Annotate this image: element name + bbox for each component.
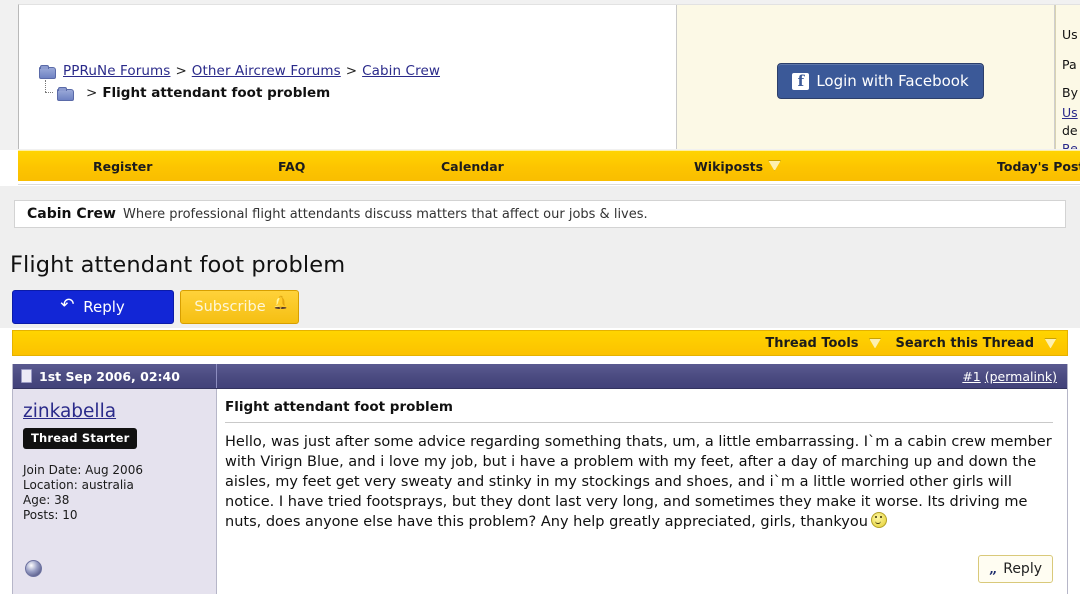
login-pane: f Login with Facebook [677,5,1055,149]
main-navbar: Register FAQ Calendar Wikiposts Today's … [18,150,1080,182]
post-user-panel: zinkabella Thread Starter Join Date: Aug… [13,389,217,594]
header-inner: PPRuNe Forums > Other Aircrew Forums > C… [18,4,1080,149]
nav-item-todays-posts[interactable]: Today's Posts [997,159,1080,174]
post-message-text: Hello, was just after some advice regard… [225,434,1052,530]
forum-name: Cabin Crew [27,206,116,222]
username-label: Us [1062,27,1078,42]
login-form-pane: Us Pa By Us de Re [1055,5,1080,149]
post-number-link[interactable]: #1 [962,369,980,384]
post-header: 1st Sep 2006, 02:40 #1 (permalink) [13,364,1067,389]
nav-item-faq[interactable]: FAQ [278,159,305,174]
tree-branch-icon [43,80,57,100]
thread-tools-menu[interactable]: Thread Tools [765,335,882,351]
login-with-facebook-button[interactable]: f Login with Facebook [777,63,984,99]
user-stats: Join Date: Aug 2006 Location: australia … [23,463,206,523]
subject-divider [225,422,1053,423]
post-container: 1st Sep 2006, 02:40 #1 (permalink) zinka… [12,364,1068,594]
nav-item-calendar[interactable]: Calendar [441,159,504,174]
terms-text: By [1062,85,1078,100]
quote-reply-label: Reply [1003,561,1042,577]
breadcrumb-link-pprune[interactable]: PPRuNe Forums [63,61,170,81]
user-status-icon [25,560,42,577]
user-location: Location: australia [23,478,134,492]
permalink[interactable]: #1 (permalink) [962,369,1057,384]
breadcrumb-line-top: PPRuNe Forums > Other Aircrew Forums > C… [39,61,440,81]
subscribe-button[interactable]: Subscribe [180,290,299,324]
thread-header-zone: Flight attendant foot problem Reply Subs… [0,234,1080,328]
username-link[interactable]: zinkabella [23,401,206,423]
breadcrumb-separator: > [345,63,358,79]
forum-description: Where professional flight attendants dis… [123,206,648,222]
quote-icon: „ [989,561,997,577]
post-date: 1st Sep 2006, 02:40 [39,368,180,384]
breadcrumb-link-cabin-crew[interactable]: Cabin Crew [362,61,440,81]
breadcrumb-current: Flight attendant foot problem [102,85,331,101]
post-message: Hello, was just after some advice regard… [225,432,1053,532]
page-title: Flight attendant foot problem [10,252,346,278]
login-with-facebook-label: Login with Facebook [816,72,969,90]
post-date-cell: 1st Sep 2006, 02:40 [13,364,217,388]
breadcrumb: PPRuNe Forums > Other Aircrew Forums > C… [39,61,440,103]
breadcrumb-separator: > [86,85,98,101]
search-this-thread-label: Search this Thread [895,335,1034,351]
subscribe-button-label: Subscribe [194,299,266,315]
terms-text-continued: de [1062,123,1078,138]
nav-item-wikiposts[interactable]: Wikiposts [694,159,782,174]
breadcrumb-line-bottom: > Flight attendant foot problem [39,80,440,103]
thread-tools-label: Thread Tools [765,335,859,351]
nav-item-wikiposts-label: Wikiposts [694,159,764,174]
terms-link[interactable]: Us [1062,105,1078,120]
user-age: Age: 38 [23,493,70,507]
password-label: Pa [1062,57,1077,72]
forum-description-bar: Cabin Crew Where professional flight att… [14,200,1066,228]
folder-icon [39,64,56,79]
post-content: Flight attendant foot problem Hello, was… [217,389,1067,594]
reply-arrow-icon [61,301,75,314]
navbar-underline [18,181,1080,185]
thread-starter-badge: Thread Starter [23,428,138,449]
user-post-count: Posts: 10 [23,508,78,522]
forum-description-zone: Cabin Crew Where professional flight att… [0,186,1080,234]
post-icon [21,369,32,383]
forum-page: PPRuNe Forums > Other Aircrew Forums > C… [0,0,1080,594]
smiley-icon [870,512,887,528]
register-link[interactable]: Re [1062,141,1078,149]
facebook-icon: f [792,72,810,90]
breadcrumb-separator: > [175,63,187,79]
chevron-down-icon [768,160,782,171]
quote-reply-button[interactable]: „ Reply [978,555,1053,583]
thread-tools-bar: Thread Tools Search this Thread [12,330,1068,356]
bell-icon [273,296,289,314]
breadcrumb-pane: PPRuNe Forums > Other Aircrew Forums > C… [19,5,677,149]
post-body: zinkabella Thread Starter Join Date: Aug… [13,389,1067,594]
reply-button-label: Reply [83,298,125,316]
breadcrumb-link-other-aircrew[interactable]: Other Aircrew Forums [192,61,341,81]
permalink-link[interactable]: (permalink) [985,369,1057,384]
user-join-date: Join Date: Aug 2006 [23,463,143,477]
nav-item-register[interactable]: Register [93,159,152,174]
chevron-down-icon [1044,337,1057,349]
reply-button[interactable]: Reply [12,290,174,324]
post-subject: Flight attendant foot problem [225,399,453,415]
page-header: PPRuNe Forums > Other Aircrew Forums > C… [0,0,1080,150]
folder-icon [57,86,74,101]
chevron-down-icon [868,337,882,349]
search-this-thread-menu[interactable]: Search this Thread [896,336,1057,351]
